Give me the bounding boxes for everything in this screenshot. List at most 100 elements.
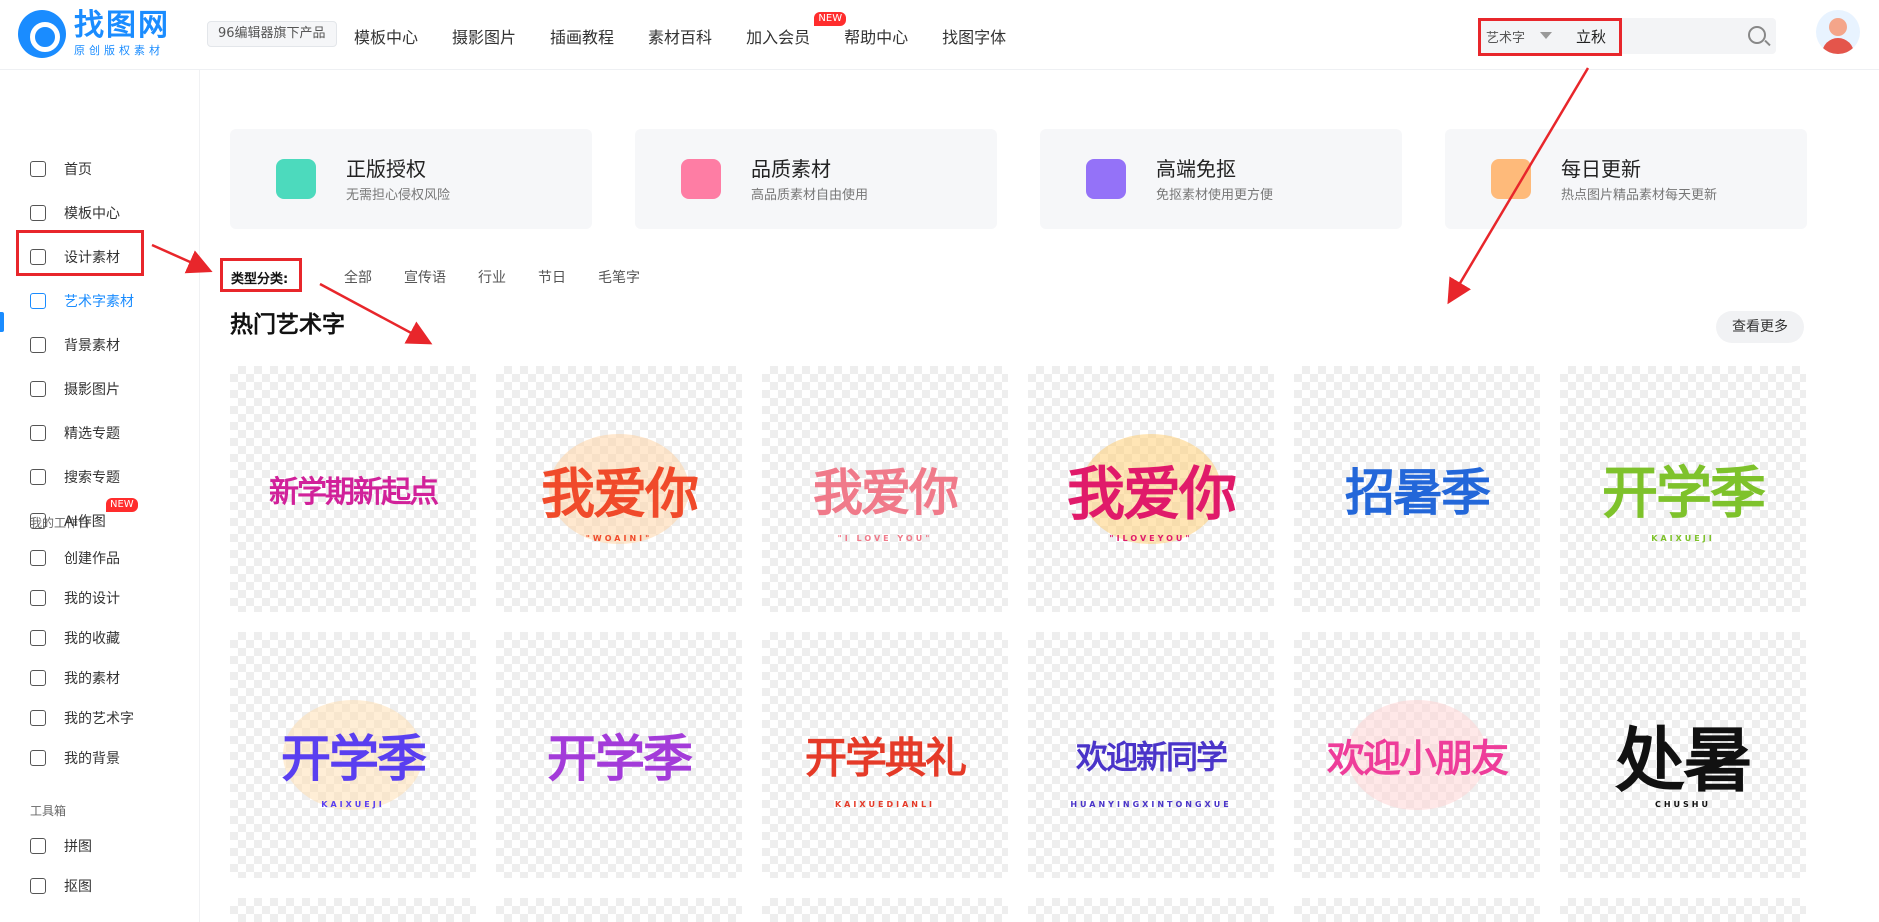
sidebar-item-label: 艺术字素材 [64,294,134,310]
art-font-pinyin: KAIXUEJI [321,800,385,809]
filter-option-1[interactable]: 宣传语 [404,267,446,287]
sidebar-item-4[interactable]: 背景素材 [30,332,120,358]
nav-item-label: 加入会员 [746,28,811,47]
workspace-item-label: 我的收藏 [64,631,120,647]
workspace-item-3[interactable]: 我的素材 [30,665,120,691]
letter-a-icon [30,710,46,726]
art-font-tile[interactable] [1560,898,1806,922]
new-badge: NEW [814,12,847,26]
tool-item-0[interactable]: 拼图 [30,833,92,859]
featured-icon [30,425,46,441]
feature-card-3: 每日更新 热点图片精品素材每天更新 [1445,129,1807,229]
filter-option-0[interactable]: 全部 [344,267,372,287]
art-font-tile[interactable] [762,898,1008,922]
art-font-tile[interactable]: 欢迎新同学 HUANYINGXINTONGXUE [1028,632,1274,878]
sidebar-item-label: 精选专题 [64,426,120,442]
feature-subtitle: 免抠素材使用更方便 [1156,188,1274,203]
art-font-pinyin: KAIXUEJI [1651,534,1715,543]
photo-icon [30,381,46,397]
art-font-tile[interactable] [1294,898,1540,922]
new-badge: NEW [106,498,138,512]
collage-icon [30,838,46,854]
sidebar-item-5[interactable]: 摄影图片 [30,376,120,402]
workspace-item-0[interactable]: 创建作品 [30,545,120,571]
search-topic-icon [30,469,46,485]
art-font-preview: 开学季 [547,730,693,788]
nav-item-1[interactable]: 摄影图片 [452,24,516,48]
nav-item-6[interactable]: 找图字体 [942,24,1006,48]
art-font-tile[interactable]: 开学典礼 KAIXUEDIANLI [762,632,1008,878]
art-font-tile[interactable]: 处暑 CHUSHU [1560,632,1806,878]
nav-item-0[interactable]: 模板中心 [354,24,418,48]
sidebar-item-1[interactable]: 模板中心 [30,200,120,226]
workspace-item-5[interactable]: 我的背景 [30,745,120,771]
workspace-item-2[interactable]: 我的收藏 [30,625,120,651]
avatar[interactable] [1816,10,1860,54]
magic-wand-icon [30,878,46,894]
logo-icon [18,10,66,58]
sidebar-item-7[interactable]: 搜索专题 [30,464,120,490]
sidebar-item-8[interactable]: AI作图 [30,508,106,534]
workspace-item-1[interactable]: 我的设计 [30,585,120,611]
tool-item-1[interactable]: 抠图 [30,873,92,899]
filter-option-4[interactable]: 毛笔字 [598,267,640,287]
sidebar: 我的工作台 工具箱 首页 模板中心 设计素材 艺术字素材 背景素材 摄影图片 精选专题 搜索专… [0,70,200,922]
nav-item-3[interactable]: 素材百科 [648,24,712,48]
tool-item-label: 抠图 [64,879,92,895]
art-font-pinyin: HUANYINGXINTONGXUE [1070,800,1232,809]
nav-item-label: 找图字体 [942,28,1007,47]
art-font-tile[interactable] [1028,898,1274,922]
art-font-tile[interactable]: 我爱你 "ILOVEYOU" [1028,366,1274,612]
art-font-tile[interactable]: 开学季 KAIXUEJI [1560,366,1806,612]
nav-item-label: 摄影图片 [452,28,517,47]
view-more-button[interactable]: 查看更多 [1716,311,1804,343]
art-font-preview: 我爱你 [1066,460,1237,528]
art-font-tile[interactable] [230,898,476,922]
sidebar-item-label: 背景素材 [64,338,120,354]
brand-chip[interactable]: 96编辑器旗下产品 [207,21,337,47]
feature-title: 正版授权 [346,157,426,181]
art-font-tile[interactable] [496,898,742,922]
art-font-tile[interactable]: 招暑季 [1294,366,1540,612]
sidebar-item-label: 搜索专题 [64,470,120,486]
art-font-pinyin: KAIXUEDIANLI [834,800,936,809]
filter-option-3[interactable]: 节日 [538,267,566,287]
background-icon [30,337,46,353]
top-header: 找图网 原创版权素材 96编辑器旗下产品 模板中心 摄影图片 插画教程 素材百科 加入会… [0,0,1879,70]
nav-item-2[interactable]: 插画教程 [550,24,614,48]
workspace-item-label: 我的设计 [64,591,120,607]
nav-item-5[interactable]: 帮助中心 [844,24,908,48]
art-font-tile[interactable]: 欢迎小朋友 [1294,632,1540,878]
sidebar-item-0[interactable]: 首页 [30,156,92,182]
art-font-preview: 欢迎小朋友 [1326,736,1509,781]
art-font-preview: 我爱你 [813,464,959,522]
feature-subtitle: 无需担心侵权风险 [346,188,451,203]
art-font-tile[interactable]: 开学季 KAIXUEJI [230,632,476,878]
magic-wand-icon [1086,159,1126,199]
search-icon[interactable] [1748,26,1766,44]
art-font-tile[interactable]: 新学期新起点 [230,366,476,612]
art-font-tile[interactable]: 我爱你 "WOAINI" [496,366,742,612]
star-icon [30,630,46,646]
art-font-tile[interactable]: 开学季 [496,632,742,878]
workspace-item-label: 我的背景 [64,751,120,767]
template-icon [30,205,46,221]
sidebar-item-label: 模板中心 [64,206,120,222]
active-indicator [0,312,4,332]
sidebar-item-3[interactable]: 艺术字素材 [30,288,134,314]
nav-item-4[interactable]: 加入会员 NEW [746,12,847,48]
annotation-highlight-sidebar [16,230,144,276]
art-font-preview: 处暑 [1615,719,1753,802]
sidebar-item-6[interactable]: 精选专题 [30,420,120,446]
feature-title: 品质素材 [751,157,831,181]
nav-item-label: 素材百科 [648,28,713,47]
feature-title: 每日更新 [1561,157,1641,181]
workspace-item-4[interactable]: 我的艺术字 [30,705,134,731]
home-icon [30,161,46,177]
filter-option-2[interactable]: 行业 [478,267,506,287]
refresh-icon [1491,159,1531,199]
art-font-preview: 招暑季 [1345,464,1491,522]
feature-card-0: 正版授权无需担心侵权风险 [230,129,592,229]
art-font-tile[interactable]: 我爱你 "I LOVE YOU" [762,366,1008,612]
site-logo[interactable]: 找图网 原创版权素材 [18,10,170,58]
